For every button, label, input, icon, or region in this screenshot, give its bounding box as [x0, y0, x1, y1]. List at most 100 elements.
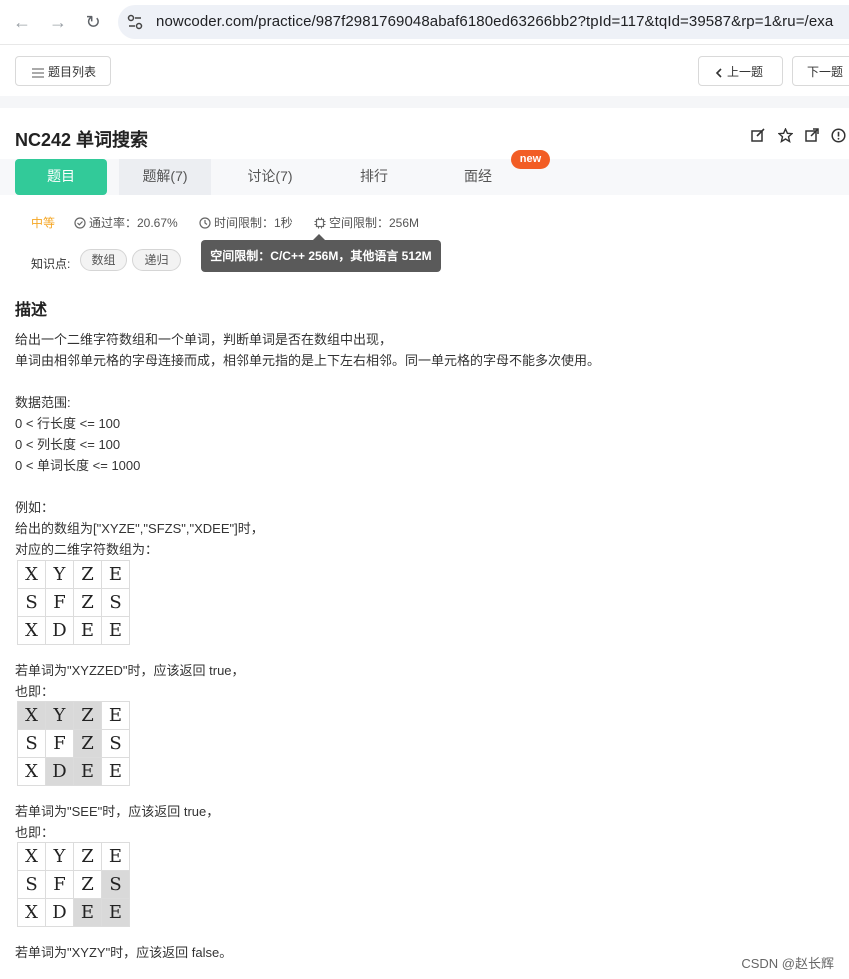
star-icon[interactable] [777, 127, 794, 144]
desc-line: 0 < 单词长度 <= 1000 [15, 458, 141, 473]
grid-cell: X [17, 757, 46, 786]
grid-cell: Z [73, 870, 102, 899]
pass-rate-text: 通过率：20.67% [89, 216, 178, 230]
desc-line: 0 < 行长度 <= 100 [15, 416, 121, 431]
check-circle-icon [74, 217, 86, 229]
browser-bar: ← → ↻ nowcoder.com/practice/987f29817690… [0, 0, 849, 44]
time-limit-text: 时间限制：1秒 [214, 216, 293, 230]
grid-cell: D [45, 757, 74, 786]
knowledge-points-label: 知识点: [31, 257, 71, 271]
grid-row: XYZE [17, 560, 130, 589]
grid-row: XDEE [17, 616, 130, 645]
tab-ranking[interactable]: 排行 [328, 159, 420, 195]
desc-line: 若单词为"XYZZED"时，应该返回 true， [15, 663, 245, 678]
desc-line: 0 < 列长度 <= 100 [15, 437, 121, 452]
grid-cell: Z [73, 560, 102, 589]
grid-cell: D [45, 616, 74, 645]
tag-array[interactable]: 数组 [80, 249, 127, 271]
grid-cell: F [45, 588, 74, 617]
desc-line: 例如： [15, 500, 55, 515]
memory-limit-tooltip: 空间限制：C/C++ 256M，其他语言 512M [201, 234, 441, 272]
memory-limit-text: 空间限制：256M [329, 216, 420, 230]
desc-line: 也即： [15, 684, 55, 699]
grid-row: XYZE [17, 842, 130, 871]
reload-icon[interactable]: ↻ [81, 10, 105, 34]
prev-label: 上一题 [727, 65, 764, 79]
grid-row: XDEE [17, 757, 130, 786]
char-grid-example-2: XYZESFZSXDEE [17, 842, 130, 927]
grid-cell: X [17, 898, 46, 927]
grid-cell: E [73, 616, 102, 645]
desc-line: 给出一个二维字符数组和一个单词，判断单词是否在数组中出现， [15, 332, 393, 347]
grid-cell: E [101, 757, 130, 786]
grid-row: SFZS [17, 588, 130, 617]
share-icon[interactable] [805, 128, 821, 144]
grid-cell: E [101, 898, 130, 927]
problem-title: NC242 单词搜索 [15, 130, 149, 150]
grid-cell: F [45, 729, 74, 758]
back-arrow-icon[interactable]: ← [10, 10, 34, 34]
grid-cell: Z [73, 701, 102, 730]
next-label: 下一题 [807, 65, 844, 79]
grid-cell: X [17, 616, 46, 645]
grid-row: XYZE [17, 701, 130, 730]
grid-cell: Z [73, 842, 102, 871]
desc-line: 若单词为"XYZY"时，应该返回 false。 [15, 945, 233, 960]
problem-tabs: 题目 题解(7) 讨论(7) 排行 面经 [0, 159, 849, 195]
watermark: CSDN @赵长辉 [741, 956, 834, 971]
desc-line: 单词由相邻单元格的字母连接而成，相邻单元指的是上下左右相邻。同一单元格的字母不能… [15, 353, 601, 368]
desc-line: 若单词为"SEE"时，应该返回 true， [15, 804, 220, 819]
tag-recursion[interactable]: 递归 [132, 249, 181, 271]
grid-cell: S [17, 588, 46, 617]
char-grid-original: XYZESFZSXDEE [17, 560, 130, 645]
grid-cell: E [101, 701, 130, 730]
grid-cell: E [101, 560, 130, 589]
grid-cell: E [73, 757, 102, 786]
chip-icon [314, 217, 326, 229]
prev-problem-button[interactable]: 上一题 [698, 56, 783, 86]
grid-cell: E [101, 842, 130, 871]
grid-row: SFZS [17, 729, 130, 758]
grid-cell: X [17, 560, 46, 589]
grid-cell: Y [45, 842, 74, 871]
grid-cell: F [45, 870, 74, 899]
tab-solutions[interactable]: 题解(7) [119, 159, 211, 195]
grid-cell: S [101, 588, 130, 617]
report-icon[interactable] [831, 128, 847, 144]
problem-toolbar: 题目列表 上一题 下一题 [0, 44, 849, 97]
url-text: nowcoder.com/practice/987f2981769048abaf… [156, 13, 834, 30]
clock-icon [199, 217, 211, 229]
tab-problem[interactable]: 题目 [15, 159, 107, 195]
desc-line: 数据范围: [15, 395, 71, 410]
forward-arrow-icon[interactable]: → [46, 10, 70, 34]
pass-rate: 通过率：20.67% [74, 214, 178, 231]
problem-list-button[interactable]: 题目列表 [15, 56, 111, 86]
edit-icon[interactable] [751, 128, 767, 144]
grid-cell: Y [45, 701, 74, 730]
grid-cell: E [73, 898, 102, 927]
address-bar[interactable]: nowcoder.com/practice/987f2981769048abaf… [118, 5, 849, 39]
grid-cell: Z [73, 729, 102, 758]
list-icon [32, 68, 44, 78]
grid-cell: X [17, 701, 46, 730]
tab-discussion[interactable]: 讨论(7) [224, 159, 316, 195]
grid-cell: D [45, 898, 74, 927]
desc-line: 给出的数组为["XYZE","SFZS","XDEE"]时， [15, 521, 264, 536]
grid-row: XDEE [17, 898, 130, 927]
time-limit: 时间限制：1秒 [199, 214, 293, 231]
description-heading: 描述 [15, 302, 48, 319]
difficulty-label: 中等 [31, 216, 56, 230]
desc-line: 对应的二维字符数组为： [15, 542, 159, 557]
tab-interview[interactable]: 面经 [432, 159, 524, 195]
grid-row: SFZS [17, 870, 130, 899]
grid-cell: S [17, 870, 46, 899]
grid-cell: X [17, 842, 46, 871]
grid-cell: E [101, 616, 130, 645]
chevron-left-icon [715, 68, 722, 78]
next-problem-button[interactable]: 下一题 [792, 56, 849, 86]
site-settings-icon[interactable] [126, 13, 144, 31]
grid-cell: S [101, 870, 130, 899]
grid-cell: Y [45, 560, 74, 589]
problem-list-label: 题目列表 [48, 65, 97, 79]
memory-limit[interactable]: 空间限制：256M [314, 214, 419, 231]
